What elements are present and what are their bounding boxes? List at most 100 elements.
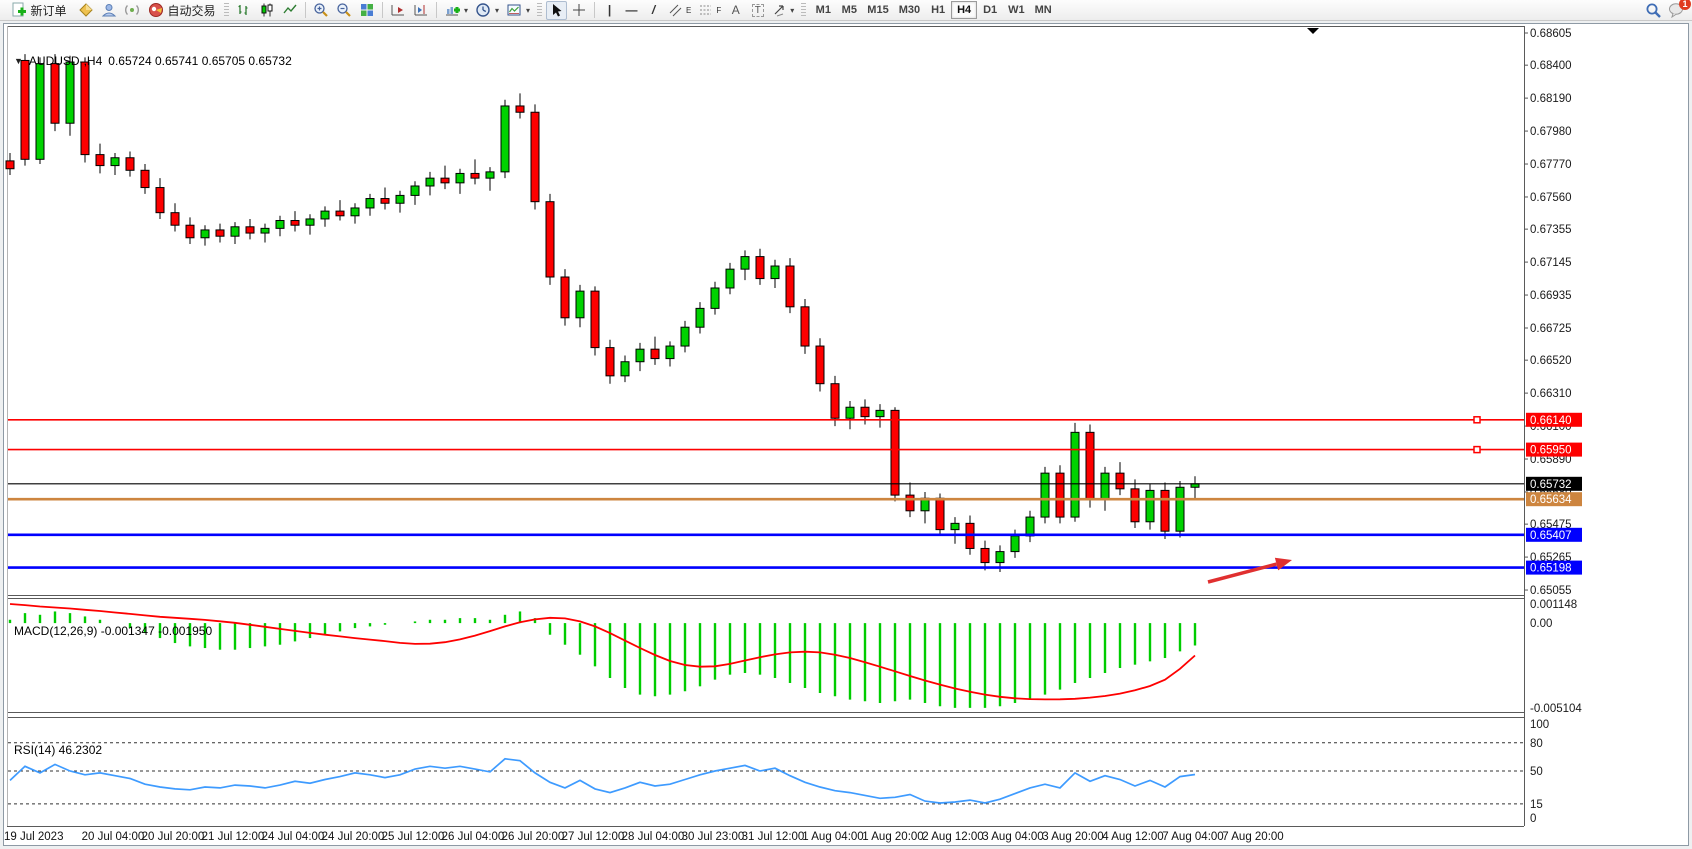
shapes-tool-button[interactable]: ▾ bbox=[769, 1, 797, 20]
bull-candle bbox=[576, 291, 584, 318]
timeframe-mn-button[interactable]: MN bbox=[1030, 1, 1057, 19]
fibonacci-tool-button[interactable]: F bbox=[695, 1, 724, 20]
bear-candle bbox=[381, 199, 389, 204]
template-button[interactable]: ▾ bbox=[503, 1, 533, 20]
bull-candle bbox=[351, 208, 359, 216]
candlestick-chart-button[interactable] bbox=[256, 1, 278, 20]
timeframe-m30-button[interactable]: M30 bbox=[894, 1, 925, 19]
bull-candle bbox=[426, 178, 434, 186]
auto-trading-icon bbox=[148, 2, 164, 18]
price-tick-label: 0.68400 bbox=[1530, 60, 1572, 72]
bear-candle bbox=[51, 64, 59, 124]
toolbar-separator bbox=[382, 2, 383, 18]
bull-candle bbox=[1041, 473, 1049, 517]
line-chart-button[interactable] bbox=[279, 1, 301, 20]
time-tick-label: 26 Jul 20:00 bbox=[502, 831, 565, 843]
bear-candle bbox=[516, 106, 524, 112]
template-icon bbox=[506, 2, 522, 18]
channel-letter: E bbox=[686, 6, 691, 15]
bull-candle bbox=[1101, 473, 1109, 500]
new-order-button[interactable]: 新订单 bbox=[4, 1, 74, 20]
bull-candle bbox=[741, 257, 749, 270]
rsi-indicator-label: RSI(14) 46.2302 bbox=[14, 743, 102, 757]
bull-candle bbox=[951, 523, 959, 529]
crosshair-tool-button[interactable] bbox=[568, 1, 590, 20]
time-tick-label: 24 Jul 04:00 bbox=[262, 831, 325, 843]
timeframe-d1-button[interactable]: D1 bbox=[977, 1, 1003, 19]
bear-candle bbox=[246, 227, 254, 233]
auto-scroll-button[interactable] bbox=[387, 1, 409, 20]
metaeditor-button[interactable] bbox=[75, 1, 97, 20]
time-tick-label: 25 Jul 12:00 bbox=[382, 831, 445, 843]
time-tick-label: 3 Aug 04:00 bbox=[982, 831, 1043, 843]
search-button[interactable] bbox=[1642, 1, 1665, 20]
price-line-label: 0.65950 bbox=[1530, 445, 1572, 457]
time-tick-label: 21 Jul 12:00 bbox=[202, 831, 265, 843]
timeframe-h1-button[interactable]: H1 bbox=[925, 1, 951, 19]
bear-candle bbox=[96, 155, 104, 166]
zoom-in-button[interactable] bbox=[310, 1, 332, 20]
zoom-in-icon bbox=[313, 2, 329, 18]
profile-icon bbox=[101, 2, 117, 18]
chart-canvas[interactable]: 0.686050.684000.681900.679800.677700.675… bbox=[0, 0, 1692, 849]
zoom-out-icon bbox=[336, 2, 352, 18]
clock-icon bbox=[475, 2, 491, 18]
zoom-out-button[interactable] bbox=[333, 1, 355, 20]
cursor-tool-button[interactable] bbox=[546, 1, 567, 20]
bear-candle bbox=[831, 384, 839, 419]
bear-candle bbox=[81, 62, 89, 155]
time-tick-label: 31 Jul 12:00 bbox=[742, 831, 805, 843]
chart-shift-icon bbox=[413, 2, 429, 18]
gold-diamond-icon bbox=[78, 2, 94, 18]
toolbar-grip[interactable] bbox=[537, 3, 542, 18]
toolbar-separator bbox=[305, 2, 306, 18]
channel-tool-button[interactable]: E bbox=[665, 1, 694, 20]
auto-trading-button[interactable]: 自动交易 bbox=[144, 1, 220, 20]
period-button[interactable]: ▾ bbox=[472, 1, 502, 20]
time-tick-label: 27 Jul 12:00 bbox=[562, 831, 625, 843]
bull-candle bbox=[36, 64, 44, 160]
time-tick-label: 20 Jul 04:00 bbox=[82, 831, 145, 843]
price-line-label: 0.66140 bbox=[1530, 415, 1572, 427]
line-chart-icon bbox=[282, 2, 298, 18]
time-axis[interactable]: 19 Jul 202320 Jul 04:0020 Jul 20:0021 Ju… bbox=[4, 831, 1284, 843]
timeframe-m1-button[interactable]: M1 bbox=[810, 1, 836, 19]
horizontal-line-tool-button[interactable]: — bbox=[621, 1, 642, 20]
chart-symbol-period: AUDUSD-,H4 bbox=[29, 54, 102, 68]
market-watch-button[interactable] bbox=[98, 1, 120, 20]
notifications-button[interactable]: 1 bbox=[1665, 1, 1688, 20]
trendline-tool-button[interactable]: / bbox=[643, 1, 664, 20]
tile-windows-icon bbox=[359, 2, 375, 18]
toolbar-separator bbox=[594, 2, 595, 18]
add-indicator-button[interactable]: ▾ bbox=[441, 1, 471, 20]
bear-candle bbox=[471, 173, 479, 178]
bull-candle bbox=[486, 172, 494, 178]
timeframe-h4-button[interactable]: H4 bbox=[951, 1, 977, 19]
rsi-tick-label: 50 bbox=[1530, 766, 1543, 778]
timeframe-w1-button[interactable]: W1 bbox=[1003, 1, 1030, 19]
timeframe-m15-button[interactable]: M15 bbox=[862, 1, 893, 19]
bear-candle bbox=[156, 188, 164, 213]
toolbar-grip[interactable] bbox=[801, 3, 806, 18]
bull-candle bbox=[321, 211, 329, 219]
chart-title: ▼ AUDUSD-,H4 0.65724 0.65741 0.65705 0.6… bbox=[14, 54, 292, 68]
notification-badge: 1 bbox=[1679, 0, 1691, 10]
vertical-line-tool-button[interactable]: | bbox=[599, 1, 620, 20]
toolbar-grip[interactable] bbox=[224, 3, 229, 18]
auto-scroll-icon bbox=[390, 2, 406, 18]
collapse-chart-icon[interactable]: ▼ bbox=[14, 56, 23, 66]
bull-candle bbox=[276, 221, 284, 229]
new-order-icon bbox=[11, 2, 27, 18]
bar-chart-button[interactable] bbox=[233, 1, 255, 20]
time-tick-label: 20 Jul 20:00 bbox=[142, 831, 205, 843]
bull-candle bbox=[1011, 536, 1019, 552]
chart-shift-button[interactable] bbox=[410, 1, 432, 20]
bull-candle bbox=[726, 269, 734, 288]
label-tool-button[interactable]: T bbox=[747, 1, 768, 20]
signals-button[interactable] bbox=[121, 1, 143, 20]
tile-windows-button[interactable] bbox=[356, 1, 378, 20]
bear-candle bbox=[1131, 489, 1139, 522]
timeframe-m5-button[interactable]: M5 bbox=[836, 1, 862, 19]
bull-candle bbox=[711, 288, 719, 308]
text-tool-button[interactable]: A bbox=[725, 1, 746, 20]
